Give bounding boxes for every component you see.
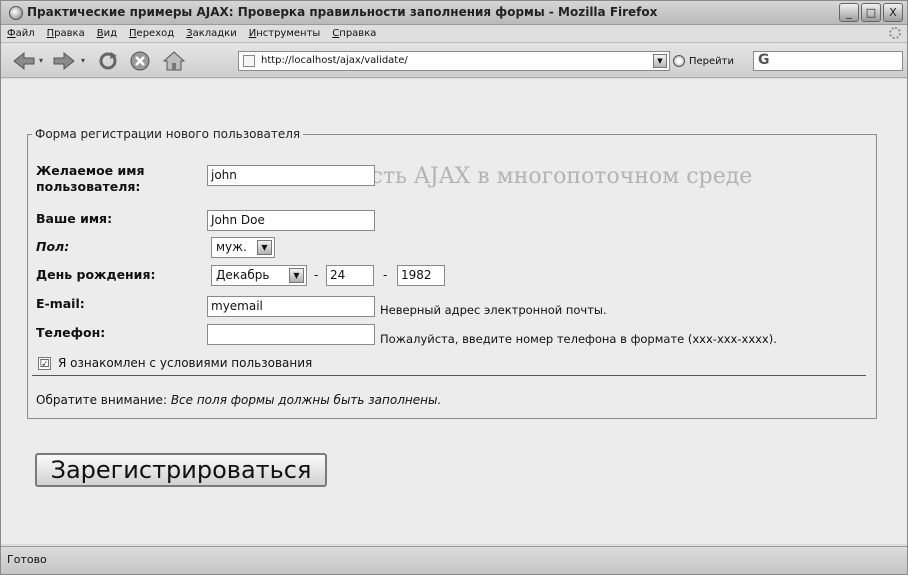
form-legend: Форма регистрации нового пользователя <box>35 127 301 141</box>
status-bar: Готово <box>1 546 907 574</box>
page-favicon-icon <box>243 55 255 67</box>
forward-arrow-icon <box>53 51 75 71</box>
menu-go[interactable]: Переход <box>129 28 174 39</box>
birthday-label: День рождения: <box>36 267 156 282</box>
birth-month-value: Декабрь <box>216 268 270 282</box>
gender-label: Пол: <box>36 239 70 254</box>
stop-button[interactable] <box>127 48 153 74</box>
date-separator: - <box>383 268 388 282</box>
menu-tools[interactable]: Инструменты <box>249 28 321 39</box>
url-history-dropdown-icon[interactable]: ▼ <box>653 54 667 68</box>
phone-label: Телефон: <box>36 325 106 340</box>
stop-icon <box>130 51 150 71</box>
chevron-down-icon: ▼ <box>257 240 272 255</box>
terms-label: Я ознакомлен с условиями пользования <box>58 356 313 370</box>
registration-form: Форма регистрации нового пользователя Же… <box>27 127 877 419</box>
activity-throbber-icon <box>889 27 901 39</box>
back-history-dropdown-icon[interactable]: ▾ <box>39 56 43 65</box>
menu-edit[interactable]: Правка <box>47 28 85 39</box>
back-button[interactable] <box>11 48 37 74</box>
name-input[interactable]: John Doe <box>207 210 375 231</box>
birth-year-input[interactable]: 1982 <box>397 265 445 286</box>
go-button[interactable]: Перейти <box>673 51 734 71</box>
back-arrow-icon <box>13 51 35 71</box>
go-icon <box>673 55 685 67</box>
gender-selected-value: муж. <box>216 240 247 254</box>
browser-window: Практические примеры AJAX: Проверка прав… <box>0 0 908 575</box>
note-emphasis: Все поля формы должны быть заполнены. <box>170 393 442 407</box>
email-input[interactable]: myemail <box>207 296 375 317</box>
reload-button[interactable] <box>95 48 121 74</box>
minimize-button[interactable]: _ <box>839 3 859 22</box>
email-error-message: Неверный адрес электронной почты. <box>380 303 607 317</box>
phone-error-message: Пожалуйста, введите номер телефона в фор… <box>380 332 777 346</box>
birth-day-input[interactable]: 24 <box>326 265 374 286</box>
firefox-logo-icon <box>9 6 23 20</box>
window-title: Практические примеры AJAX: Проверка прав… <box>27 5 658 19</box>
note-prefix: Обратите внимание: <box>36 393 171 407</box>
phone-input[interactable] <box>207 324 375 345</box>
page-content: безопасность AJAX в многопоточном среде … <box>1 79 907 544</box>
home-icon <box>163 51 185 71</box>
address-bar[interactable]: http://localhost/ajax/validate/ ▼ <box>238 51 670 71</box>
menu-file[interactable]: Файл <box>7 28 35 39</box>
form-note: Обратите внимание: Все поля формы должны… <box>36 393 441 407</box>
go-label: Перейти <box>689 55 734 67</box>
title-bar: Практические примеры AJAX: Проверка прав… <box>1 1 907 25</box>
gender-select[interactable]: муж. ▼ <box>211 237 275 258</box>
divider <box>32 375 866 376</box>
navigation-toolbar: ▾ ▾ http://localhost/ajax/validate/ ▼ Пе… <box>1 44 907 78</box>
username-label-line1: Желаемое имя <box>36 163 145 178</box>
menu-bar: Файл Правка Вид Переход Закладки Инструм… <box>1 25 907 43</box>
forward-history-dropdown-icon[interactable]: ▾ <box>81 56 85 65</box>
window-controls: _ □ X <box>839 3 903 22</box>
birth-month-select[interactable]: Декабрь ▼ <box>211 265 307 286</box>
google-search-icon: G <box>758 52 770 68</box>
menu-help[interactable]: Справка <box>332 28 376 39</box>
chevron-down-icon: ▼ <box>289 268 304 283</box>
status-text: Готово <box>7 553 47 566</box>
register-button[interactable]: Зарегистрироваться <box>35 453 327 487</box>
home-button[interactable] <box>161 48 187 74</box>
username-label-line2: пользователя: <box>36 179 141 194</box>
email-label: E-mail: <box>36 296 85 311</box>
username-input[interactable]: john <box>207 165 375 186</box>
terms-checkbox[interactable]: ☑ <box>38 357 51 370</box>
date-separator: - <box>314 268 319 282</box>
maximize-button[interactable]: □ <box>861 3 881 22</box>
name-label: Ваше имя: <box>36 211 113 226</box>
close-button[interactable]: X <box>883 3 903 22</box>
search-input[interactable]: G <box>753 51 903 71</box>
menu-view[interactable]: Вид <box>97 28 117 39</box>
url-text: http://localhost/ajax/validate/ <box>261 55 408 66</box>
forward-button[interactable] <box>51 48 77 74</box>
menu-bookmarks[interactable]: Закладки <box>186 28 237 39</box>
reload-icon <box>99 52 117 70</box>
